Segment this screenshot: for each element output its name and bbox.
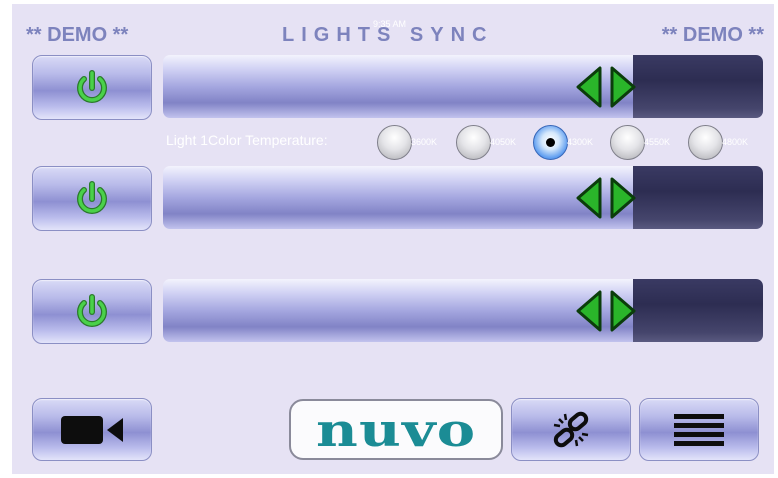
color-temp-label-4550k: 4550K [644, 137, 671, 147]
color-temp-label-4300k: 4300K [567, 137, 594, 147]
light-1-power-button[interactable] [32, 55, 152, 120]
slider-track-remaining [633, 55, 763, 118]
power-icon [77, 180, 107, 214]
camera-button[interactable] [32, 398, 152, 461]
broken-link-icon [553, 411, 589, 447]
color-temp-label-4050k: 4050K [490, 137, 517, 147]
video-camera-icon [61, 415, 123, 444]
light-3-power-button[interactable] [32, 279, 152, 344]
power-icon [77, 69, 107, 103]
nuvo-logo-text: nuvo [315, 402, 477, 457]
app-screen: ** DEMO ** LIGHTS SYNC 9:35 AM ** DEMO *… [12, 4, 774, 474]
light-1-dimmer-slider[interactable] [163, 55, 763, 118]
light-2-power-button[interactable] [32, 166, 152, 231]
slider-handle-arrows-icon[interactable] [574, 290, 644, 332]
color-temp-label-3600k: 3600K [411, 137, 438, 147]
slider-track-remaining [633, 166, 763, 229]
light-3-dimmer-slider[interactable] [163, 279, 763, 342]
nuvo-logo: nuvo [289, 399, 503, 460]
light-2-dimmer-slider[interactable] [163, 166, 763, 229]
demo-label-left: ** DEMO ** [26, 24, 129, 46]
color-temperature-label: Light 1Color Temperature: [166, 132, 328, 148]
status-clock: 9:35 AM [373, 19, 407, 29]
power-icon [77, 293, 107, 327]
color-temp-radio-4300k[interactable] [533, 125, 568, 160]
slider-handle-arrows-icon[interactable] [574, 177, 644, 219]
menu-button[interactable] [639, 398, 759, 461]
unlink-button[interactable] [511, 398, 631, 461]
slider-track-remaining [633, 279, 763, 342]
slider-handle-arrows-icon[interactable] [574, 66, 644, 108]
color-temperature-row: Light 1Color Temperature: 3600K 4050K 43… [166, 125, 766, 161]
demo-label-right: ** DEMO ** [661, 24, 764, 46]
menu-icon [674, 413, 724, 446]
radio-selected-dot [546, 138, 555, 147]
bottom-toolbar: nuvo [12, 398, 774, 462]
color-temp-radio-4050k[interactable] [456, 125, 491, 160]
color-temp-radio-3600k[interactable] [377, 125, 412, 160]
color-temp-radio-4800k[interactable] [688, 125, 723, 160]
color-temp-radio-4550k[interactable] [610, 125, 645, 160]
color-temp-label-4800k: 4800K [722, 137, 749, 147]
